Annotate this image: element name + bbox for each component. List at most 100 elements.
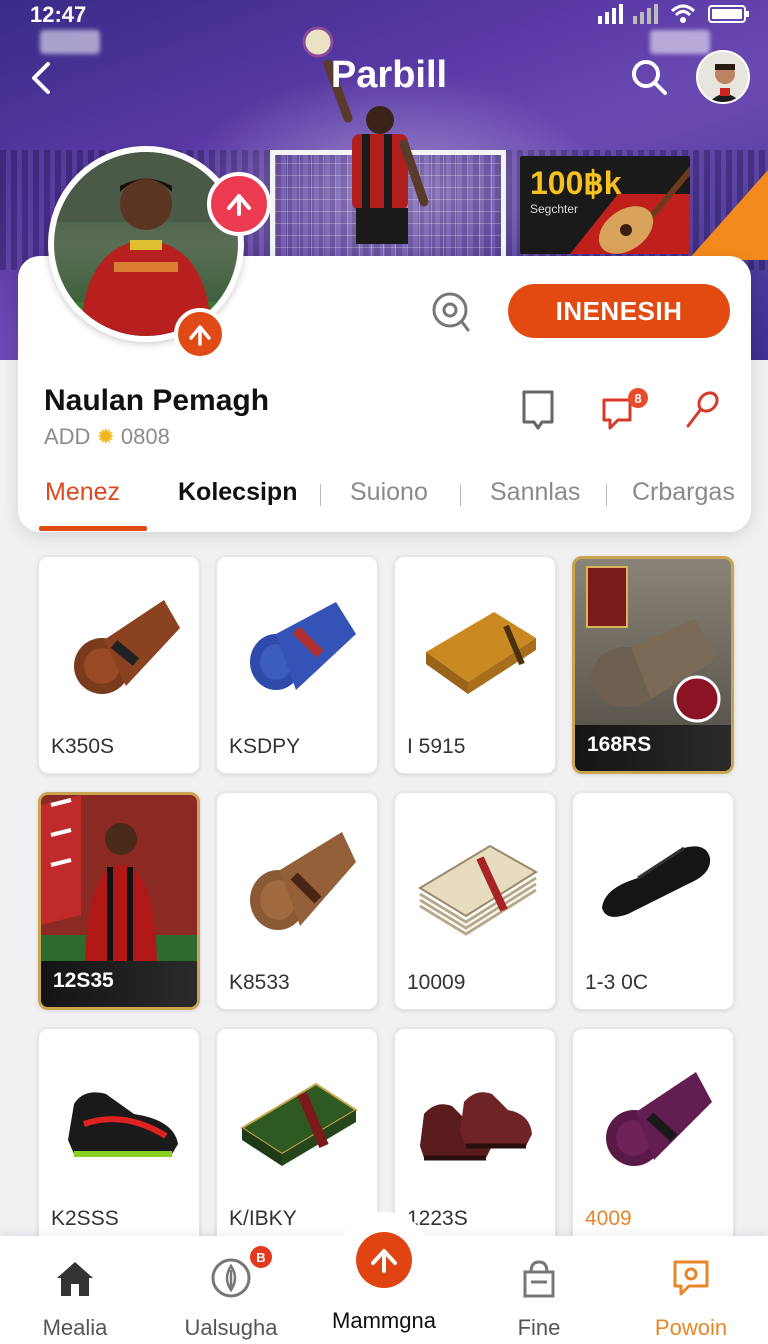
leaf-icon — [211, 1258, 251, 1298]
nav-item-mealia[interactable]: Mealia — [0, 1256, 150, 1341]
item-image — [395, 1029, 555, 1199]
collection-item[interactable]: 1223S — [394, 1028, 556, 1246]
nav-label: Mealia — [42, 1315, 108, 1340]
item-image — [41, 795, 197, 965]
collection-item[interactable]: 10009 — [394, 792, 556, 1010]
brown-scarf-roll-icon — [250, 832, 356, 930]
tan-leather-wallet-icon — [426, 612, 536, 694]
item-image — [573, 793, 733, 963]
chat-bubble-icon — [673, 1260, 709, 1296]
item-label: K8533 — [229, 971, 290, 994]
football-boot-icon — [68, 1092, 178, 1157]
promo-subtitle: Segchter — [530, 202, 579, 216]
tab-suiono[interactable]: Suiono — [350, 478, 428, 507]
nav-item-fine[interactable]: Fine — [464, 1256, 614, 1341]
tab-divider — [606, 484, 607, 506]
profile-meta-right: 0808 — [120, 424, 170, 449]
up-arrow-icon — [371, 1249, 397, 1273]
premium-scarf-card-icon — [586, 566, 721, 723]
player-card-icon — [41, 795, 197, 965]
purple-scarf-roll-icon — [606, 1072, 712, 1166]
profile-meta-left: ADD — [44, 424, 91, 449]
item-image — [395, 793, 555, 963]
tab-sannlas[interactable]: Sannlas — [490, 478, 580, 507]
tab-divider — [460, 484, 461, 506]
notification-badge: B — [248, 1244, 274, 1270]
collection-item-premium[interactable]: 12S35 — [38, 792, 200, 1010]
player-portrait — [54, 152, 238, 336]
signal-icon — [598, 4, 658, 24]
item-label: 168RS — [587, 733, 652, 756]
tab-divider — [320, 484, 321, 506]
item-image — [573, 1029, 733, 1199]
collection-item[interactable]: K8533 — [216, 792, 378, 1010]
tab-menez[interactable]: Menez — [45, 478, 120, 507]
banknote-stack-icon — [418, 844, 538, 936]
item-label: I 5915 — [407, 735, 466, 758]
collection-item[interactable]: I 5915 — [394, 556, 556, 774]
nav-label: Fine — [517, 1315, 561, 1340]
user-avatar[interactable] — [696, 50, 750, 104]
follow-button[interactable]: INENESIH — [508, 284, 730, 338]
verified-badge — [174, 308, 226, 360]
bookmark-icon[interactable] — [518, 388, 558, 432]
wifi-icon — [670, 4, 696, 23]
microphone-icon[interactable] — [682, 388, 722, 432]
search-profile-icon[interactable] — [428, 288, 476, 336]
green-card-pack-icon — [240, 1082, 358, 1166]
nav-center-button[interactable] — [356, 1232, 412, 1288]
item-label: 12S35 — [53, 969, 114, 992]
item-image — [39, 1029, 199, 1199]
item-image — [217, 793, 377, 963]
nav-item-powoin[interactable]: Powoin — [616, 1256, 766, 1341]
home-icon — [57, 1262, 93, 1296]
promo-banner[interactable]: 100฿k Segchter — [520, 156, 690, 254]
up-arrow-icon — [227, 194, 251, 216]
nav-label: Powoin — [654, 1315, 728, 1340]
nav-item-mammgna[interactable]: Mammgna — [309, 1308, 459, 1334]
item-label: K2SSS — [51, 1207, 119, 1230]
item-image — [217, 1029, 377, 1199]
brown-scarf-roll-icon — [74, 600, 180, 694]
collection-item-premium[interactable]: 168RS — [572, 556, 734, 774]
item-label: 1-3 0C — [585, 971, 649, 994]
item-image — [217, 557, 377, 727]
shop-bag-icon — [523, 1260, 555, 1298]
tab-kolecsipn[interactable]: Kolecsipn — [178, 478, 297, 507]
black-slipper-icon — [602, 846, 711, 917]
collection-item[interactable]: 1-3 0C — [572, 792, 734, 1010]
battery-icon — [708, 5, 749, 23]
blue-scarf-roll-icon — [250, 602, 356, 690]
stadium-light — [40, 30, 100, 54]
up-arrow-icon — [189, 325, 211, 346]
collection-item[interactable]: K350S — [38, 556, 200, 774]
collection-item[interactable]: K2SSS — [38, 1028, 200, 1246]
svg-text:8: 8 — [634, 391, 641, 406]
profile-meta: ADD ✹ 0808 — [44, 424, 170, 450]
item-image — [39, 557, 199, 727]
item-label: KSDPY — [229, 735, 301, 758]
status-bar: 12:47 — [0, 0, 768, 30]
item-image — [395, 557, 555, 727]
message-notification-icon[interactable]: 8 — [600, 388, 652, 432]
item-label: 10009 — [407, 971, 466, 994]
collection-item[interactable]: KSDPY — [216, 556, 378, 774]
profile-name: Naulan Pemagh — [44, 384, 270, 417]
bottom-nav: Mealia Ualsugha B Mammgna Fine Powoin — [0, 1212, 768, 1344]
item-image — [575, 559, 731, 729]
profile-tabs: Menez Kolecsipn Suiono Sannlas Crbargas — [18, 470, 751, 531]
status-time: 12:47 — [30, 2, 87, 27]
active-tab-indicator — [39, 526, 147, 531]
collection-item[interactable]: 4009 — [572, 1028, 734, 1246]
tab-crbargas[interactable]: Crbargas — [632, 478, 735, 507]
item-label: K350S — [51, 735, 115, 758]
maroon-shoes-icon — [420, 1092, 532, 1161]
collection-item[interactable]: K/IBKY — [216, 1028, 378, 1246]
profile-boost-badge[interactable] — [207, 172, 271, 236]
item-label: 4009 — [585, 1207, 632, 1230]
search-icon[interactable] — [628, 56, 670, 98]
nav-label: Mammgna — [332, 1308, 436, 1333]
nav-label: Ualsugha — [184, 1315, 278, 1340]
stadium-light — [650, 30, 710, 54]
nav-item-ualsugha[interactable]: Ualsugha — [156, 1256, 306, 1341]
